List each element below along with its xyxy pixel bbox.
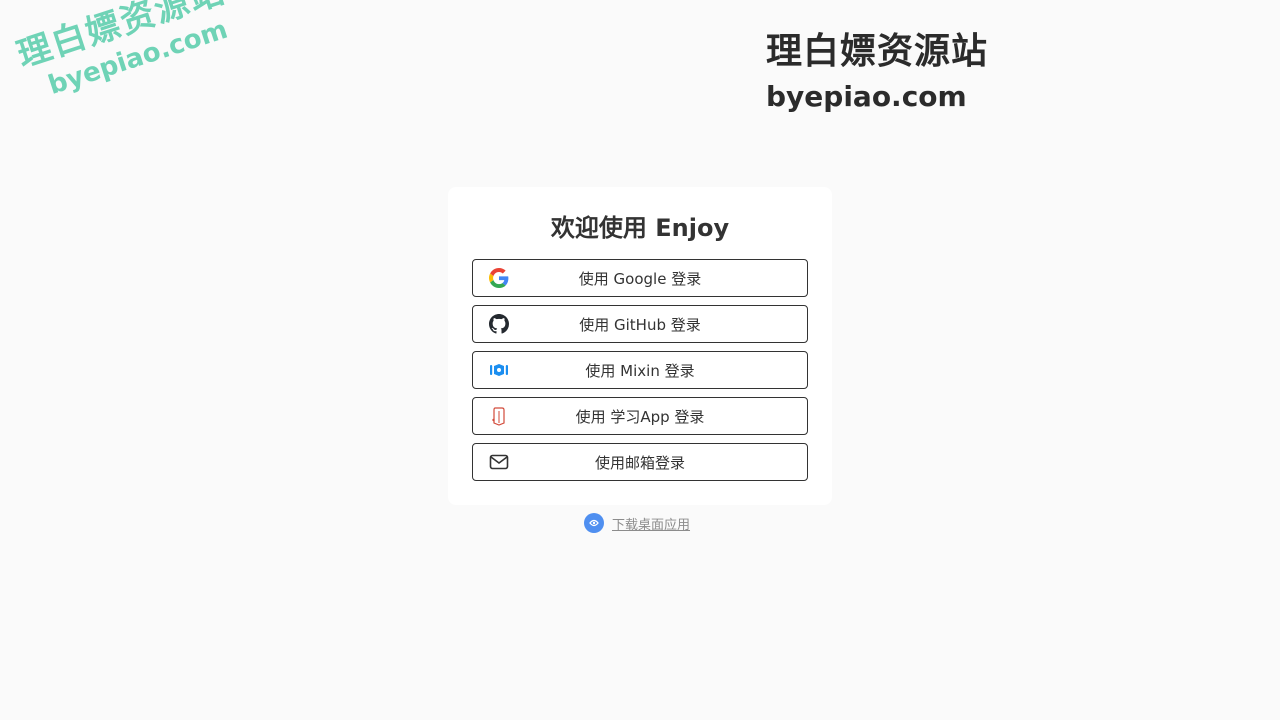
mixin-login-button[interactable]: 使用 Mixin 登录 <box>472 351 808 389</box>
login-card: 欢迎使用 Enjoy 使用 Google 登录 使用 GitHub 登录 使用 … <box>448 187 832 505</box>
watermark-url: byepiao.com <box>766 80 967 113</box>
github-icon <box>489 314 509 334</box>
mixin-icon <box>489 360 509 380</box>
download-desktop: 下载桌面应用 <box>584 513 690 533</box>
github-login-button[interactable]: 使用 GitHub 登录 <box>472 305 808 343</box>
xuexi-app-icon <box>489 406 509 426</box>
download-desktop-link[interactable]: 下载桌面应用 <box>612 514 690 533</box>
mail-icon <box>489 452 509 472</box>
google-login-label: 使用 Google 登录 <box>578 269 702 288</box>
xuexi-app-login-button[interactable]: 使用 学习App 登录 <box>472 397 808 435</box>
watermark-right: 理白嫖资源站 byepiao.com <box>766 22 988 113</box>
email-login-button[interactable]: 使用邮箱登录 <box>472 443 808 481</box>
google-icon <box>489 268 509 288</box>
xuexi-app-login-label: 使用 学习App 登录 <box>575 407 705 426</box>
google-login-button[interactable]: 使用 Google 登录 <box>472 259 808 297</box>
watermark-left: 理白嫖资源站 byepiao.com <box>10 0 240 107</box>
login-options: 使用 Google 登录 使用 GitHub 登录 使用 Mixin 登录 使用… <box>472 259 808 489</box>
welcome-title: 欢迎使用 Enjoy <box>550 214 730 242</box>
github-login-label: 使用 GitHub 登录 <box>579 315 701 334</box>
enjoy-logo-icon <box>584 513 604 533</box>
mixin-login-label: 使用 Mixin 登录 <box>585 361 695 380</box>
email-login-label: 使用邮箱登录 <box>594 453 685 472</box>
watermark-title: 理白嫖资源站 <box>766 31 989 72</box>
